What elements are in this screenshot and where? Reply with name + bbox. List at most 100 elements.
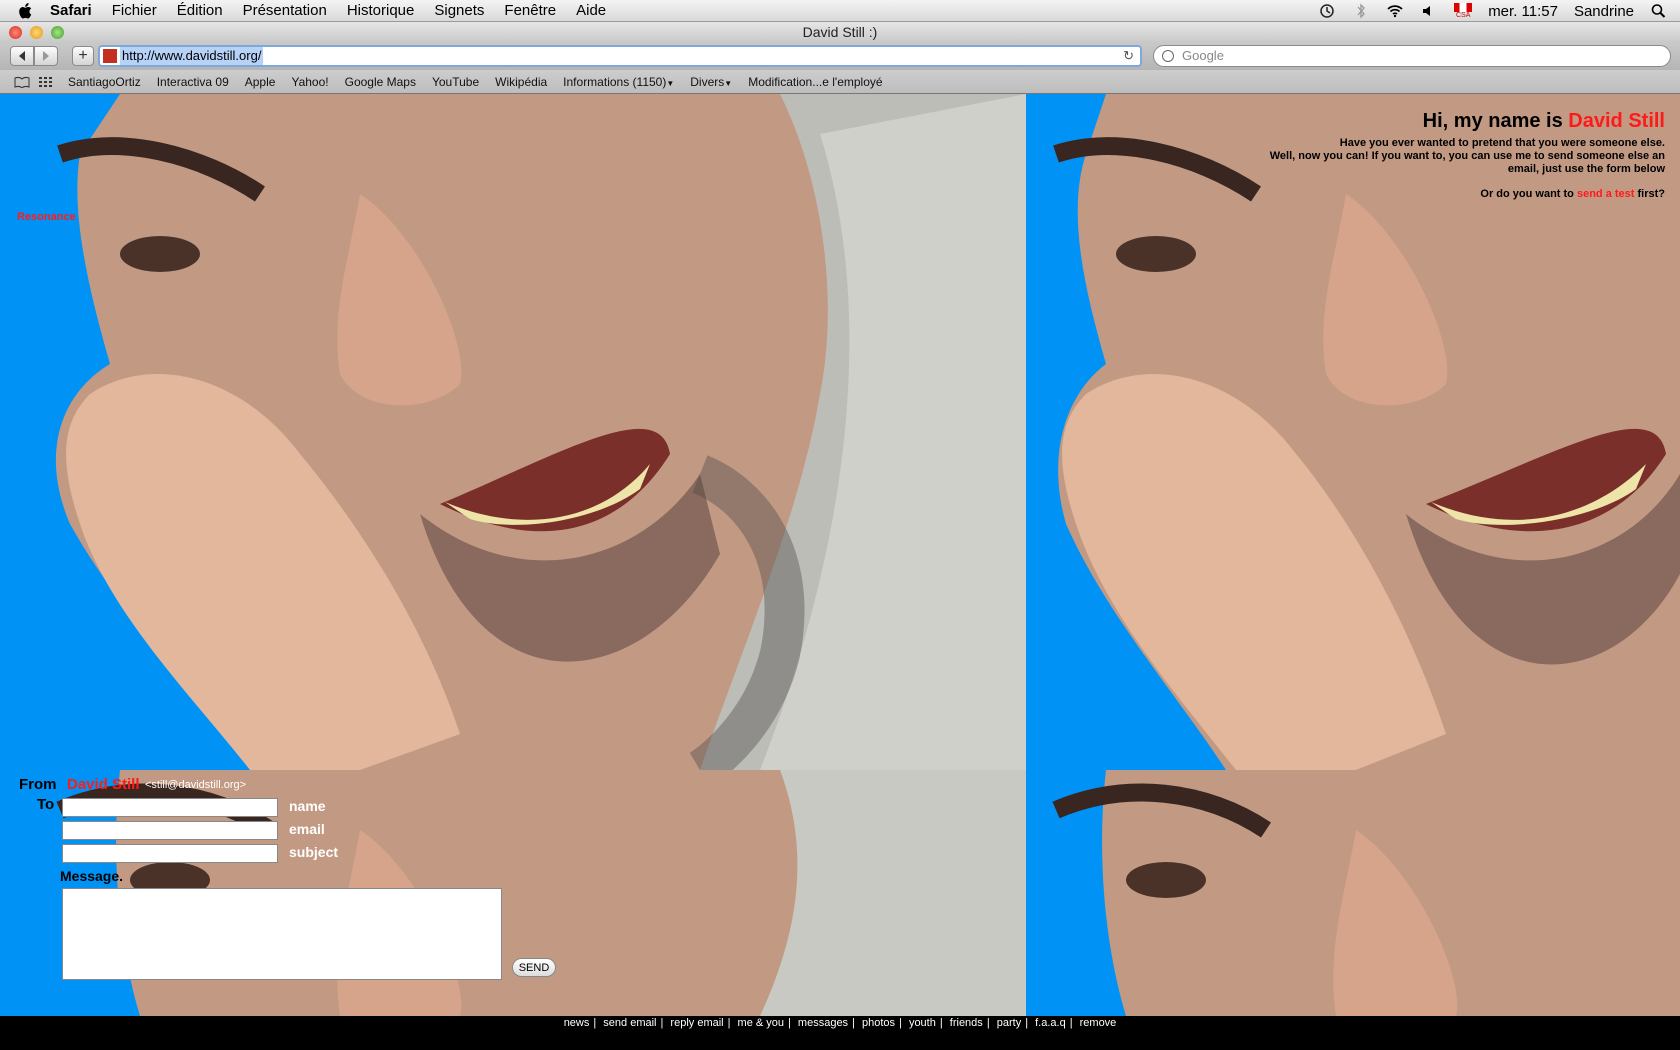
footer-bar: news | send email | reply email | me & you |… xyxy=(0,1016,1680,1050)
search-icon xyxy=(1162,50,1174,62)
from-name: David Still xyxy=(67,776,140,793)
footer-separator: | xyxy=(1069,1017,1073,1029)
bookmark-modification[interactable]: Modification...e l'employé xyxy=(748,75,882,89)
page-content: Resonance Hi, my name is David Still Hav… xyxy=(0,94,1680,1016)
footer-link-remove[interactable]: remove xyxy=(1080,1017,1117,1029)
menu-safari[interactable]: Safari xyxy=(50,2,92,19)
from-label: From xyxy=(19,776,57,793)
intro-line-2: Well, now you can! If you want to, you c… xyxy=(1269,150,1665,175)
menubar-user[interactable]: Sandrine xyxy=(1574,3,1634,20)
resonance-link[interactable]: Resonance xyxy=(17,211,76,223)
face-photo-image xyxy=(1052,770,1680,1016)
footer-link-messages[interactable]: messages xyxy=(798,1017,848,1029)
send-button[interactable]: SEND xyxy=(512,958,556,977)
search-field[interactable]: Google xyxy=(1153,45,1671,67)
bookmark-santiagoortiz[interactable]: SantiagoOrtiz xyxy=(68,75,141,89)
back-arrow-icon xyxy=(19,51,25,61)
time-machine-icon[interactable] xyxy=(1318,3,1336,19)
bookmark-divers-folder[interactable]: Divers▼ xyxy=(690,75,732,89)
footer-link-party[interactable]: party xyxy=(997,1017,1021,1029)
footer-separator: | xyxy=(788,1017,791,1029)
apple-icon[interactable] xyxy=(16,1,36,21)
menu-presentation[interactable]: Présentation xyxy=(243,2,327,19)
footer-separator: | xyxy=(1025,1017,1029,1029)
footer-separator: | xyxy=(593,1017,597,1029)
subject-field-label: subject xyxy=(289,844,339,860)
menubar: Safari Fichier Édition Présentation Hist… xyxy=(0,0,1680,22)
recipient-email-input[interactable] xyxy=(62,821,278,840)
menubar-clock[interactable]: mer. 11:57 xyxy=(1488,3,1558,20)
background-photo-tile xyxy=(1026,770,1680,1016)
footer-link-reply-email[interactable]: reply email xyxy=(670,1017,723,1029)
intro-question: Or do you want to send a test first? xyxy=(1265,188,1665,201)
heading-name: David Still xyxy=(1568,110,1665,132)
address-bar[interactable]: http://www.davidstill.org/ ↻ xyxy=(98,45,1142,67)
footer-link-news[interactable]: news xyxy=(564,1017,590,1029)
back-button[interactable] xyxy=(10,46,34,66)
subject-input[interactable] xyxy=(62,844,278,863)
question-prefix: Or do you want to xyxy=(1480,188,1577,200)
search-placeholder: Google xyxy=(1182,48,1224,63)
footer-separator: | xyxy=(939,1017,943,1029)
heading-prefix: Hi, my name is xyxy=(1422,110,1569,132)
wifi-icon[interactable] xyxy=(1386,3,1404,19)
message-label: Message. xyxy=(60,868,124,884)
footer-link-friends[interactable]: friends xyxy=(950,1017,983,1029)
volume-icon[interactable] xyxy=(1420,3,1438,19)
address-url[interactable]: http://www.davidstill.org/ xyxy=(120,47,264,65)
site-favicon-icon xyxy=(103,49,117,63)
bookmark-informations-folder[interactable]: Informations (1150)▼ xyxy=(563,75,674,89)
footer-link-youth[interactable]: youth xyxy=(909,1017,936,1029)
add-bookmark-button[interactable]: + xyxy=(72,46,94,66)
send-test-link[interactable]: send a test xyxy=(1577,188,1634,200)
footer-separator: | xyxy=(852,1017,855,1029)
message-textarea[interactable] xyxy=(62,888,502,980)
bookmark-informations-label: Informations (1150) xyxy=(563,74,667,89)
footer-separator: | xyxy=(899,1017,902,1029)
bookmark-apple[interactable]: Apple xyxy=(245,75,276,89)
forward-button[interactable] xyxy=(34,46,58,66)
menu-signets[interactable]: Signets xyxy=(434,2,484,19)
menu-edition[interactable]: Édition xyxy=(177,2,223,19)
bookmark-yahoo[interactable]: Yahoo! xyxy=(291,75,328,89)
page-heading: Hi, my name is David Still xyxy=(1265,110,1665,133)
bookmark-interactiva[interactable]: Interactiva 09 xyxy=(157,75,229,89)
footer-separator: | xyxy=(986,1017,990,1029)
forward-arrow-icon xyxy=(43,51,49,61)
bookmarks-bar: SantiagoOrtiz Interactiva 09 Apple Yahoo… xyxy=(0,70,1680,94)
browser-toolbar: + http://www.davidstill.org/ ↻ Google xyxy=(0,43,1680,70)
zoom-window-button[interactable] xyxy=(51,26,64,39)
spotlight-search-icon[interactable] xyxy=(1650,3,1668,19)
reload-icon[interactable]: ↻ xyxy=(1123,47,1134,65)
footer-link-faaq[interactable]: f.a.a.q xyxy=(1035,1017,1066,1029)
footer-link-me-and-you[interactable]: me & you xyxy=(738,1017,784,1029)
input-flag-icon[interactable]: CSA xyxy=(1454,2,1473,20)
menu-historique[interactable]: Historique xyxy=(347,2,415,19)
bookmark-youtube[interactable]: YouTube xyxy=(432,75,479,89)
chevron-down-icon: ▼ xyxy=(724,78,733,88)
face-photo-image xyxy=(55,94,1026,770)
recipient-name-input[interactable] xyxy=(62,798,278,817)
bookmark-google-maps[interactable]: Google Maps xyxy=(345,75,416,89)
bookmark-wikipedia[interactable]: Wikipédia xyxy=(495,75,547,89)
chevron-down-icon: ▼ xyxy=(666,78,675,88)
background-photo-tile xyxy=(0,94,1026,770)
menu-fichier[interactable]: Fichier xyxy=(112,2,157,19)
open-book-icon[interactable] xyxy=(14,76,30,88)
footer-separator: | xyxy=(660,1017,664,1029)
email-field-label: email xyxy=(289,821,325,837)
bluetooth-icon[interactable] xyxy=(1352,3,1370,19)
bookmark-divers-label: Divers xyxy=(690,74,725,89)
footer-link-photos[interactable]: photos xyxy=(862,1017,895,1029)
menu-aide[interactable]: Aide xyxy=(576,2,606,19)
footer-link-send-email[interactable]: send email xyxy=(603,1017,656,1029)
plus-icon: + xyxy=(78,47,88,64)
menu-fenetre[interactable]: Fenêtre xyxy=(504,2,556,19)
from-address: <still@davidstill.org> xyxy=(145,779,247,791)
close-window-button[interactable] xyxy=(9,26,22,39)
intro-line-1: Have you ever wanted to pretend that you… xyxy=(1339,137,1665,149)
intro-block: Hi, my name is David Still Have you ever… xyxy=(1265,110,1665,201)
email-form: From David Still <still@davidstill.org> … xyxy=(0,774,580,1014)
minimize-window-button[interactable] xyxy=(30,26,43,39)
grid-view-icon[interactable] xyxy=(38,76,54,88)
